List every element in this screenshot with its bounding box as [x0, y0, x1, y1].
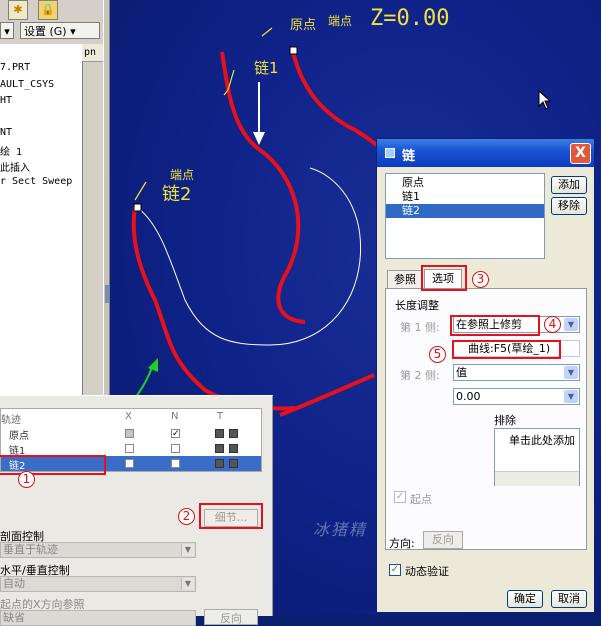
chain2-curve [131, 206, 296, 411]
dynamic-verify-checkbox[interactable]: ✓ [389, 564, 401, 576]
trajectory-header: 轨迹 [1, 415, 21, 426]
list-item[interactable]: 链1 [386, 190, 544, 204]
direction-label: 方向: [389, 537, 415, 550]
chain1-curve [220, 51, 306, 324]
tree-item[interactable]: 绘 1 [0, 143, 22, 158]
table-row[interactable]: 原点 ✓ [1, 426, 261, 442]
highlight-options-tab [421, 265, 467, 291]
lock-icon[interactable]: 🔒 [38, 0, 58, 20]
tree-item[interactable]: 7.PRT [0, 62, 30, 73]
x-checkbox[interactable] [125, 459, 134, 468]
t-box[interactable] [229, 444, 238, 453]
watermark: 冰猪精 [313, 520, 368, 539]
flip-button[interactable]: 反向 [204, 609, 258, 625]
dynamic-verify-label: 动态验证 [405, 565, 449, 578]
mouse-cursor-icon [538, 90, 552, 110]
bottom-curve [279, 373, 375, 417]
horiz-vert-select[interactable]: 自动 ▼ [0, 576, 196, 592]
origin-point [289, 46, 298, 55]
table-row[interactable]: 链1 [1, 441, 261, 457]
side2-label: 第 2 侧: [400, 369, 440, 382]
chain-dialog: 链 X 原点 链1 链2 添加 移除 参照 选项 长度调整 第 1 侧: 在参照… [376, 138, 595, 613]
z-readout: Z=0.00 [370, 6, 450, 31]
ok-button[interactable]: 确定 [507, 590, 543, 608]
column-x: X [125, 411, 132, 422]
highlight-side1-select [450, 315, 540, 336]
exclude-placeholder[interactable]: 单击此处添加 [509, 432, 575, 448]
n-checkbox[interactable]: ✓ [171, 429, 180, 439]
tree-item[interactable]: AULT_CSYS [0, 79, 54, 90]
t-box[interactable] [229, 429, 238, 438]
highlight-detail-button [199, 503, 263, 529]
tree-item[interactable]: 此插入 [0, 159, 30, 174]
x-checkbox[interactable] [125, 429, 134, 438]
chevron-down-icon: ▼ [181, 578, 194, 590]
start-x-select[interactable]: 缺省 [0, 610, 196, 626]
side2-number-field[interactable]: 0.00 ▼ [453, 388, 580, 405]
tree-item[interactable]: r Sect Sweep [0, 176, 72, 187]
list-item[interactable]: 原点 [386, 176, 544, 190]
settings-label: 设置 (G) [24, 25, 67, 38]
side2-select[interactable]: 值 ▼ [453, 364, 580, 381]
dialog-titlebar[interactable]: 链 X [377, 139, 594, 167]
t-box[interactable] [215, 429, 224, 438]
close-button[interactable]: X [570, 143, 591, 164]
splitter-grip[interactable] [105, 285, 109, 303]
star-icon[interactable]: ✱ [8, 0, 28, 20]
step-marker-3: 3 [472, 271, 489, 288]
row-name: 原点 [9, 431, 29, 442]
origin-label: 原点 [290, 18, 317, 33]
origin-leader [261, 27, 273, 37]
chain2-label: 链2 [162, 184, 192, 205]
t-box[interactable] [229, 459, 238, 468]
chevron-down-icon: ▼ [181, 544, 194, 556]
exclude-list[interactable]: 单击此处添加 [494, 428, 580, 486]
highlight-curve-field [452, 340, 561, 359]
cancel-button[interactable]: 取消 [551, 590, 587, 608]
chevron-down-icon: ▼ [564, 318, 578, 331]
left-toolbar: ✱ 🔒 ▾ 设置 (G) ▾ [0, 0, 103, 42]
length-adjust-label: 长度调整 [395, 299, 439, 312]
chevron-down-icon: ▼ [564, 390, 578, 403]
horizontal-scrollbar[interactable] [495, 471, 579, 486]
tree-column-header[interactable]: pn [82, 44, 103, 62]
column-n: N [171, 411, 179, 422]
dialog-title: 链 [402, 149, 416, 164]
exclude-label: 排除 [494, 414, 516, 427]
step-marker-4: 4 [544, 316, 561, 333]
x-checkbox[interactable] [125, 444, 134, 453]
t-box[interactable] [215, 459, 224, 468]
start-point-label: 起点 [410, 493, 432, 506]
section-control-select[interactable]: 垂直于轨迹 ▼ [0, 542, 196, 558]
chevron-down-icon: ▼ [564, 366, 578, 379]
step-marker-2: 2 [178, 508, 195, 525]
tree-item[interactable]: HT [0, 95, 12, 106]
list-item-selected[interactable]: 链2 [386, 204, 544, 218]
column-t: T [217, 411, 224, 422]
reference-list[interactable]: 原点 链1 链2 [385, 173, 545, 259]
direction-arrow-head [253, 132, 265, 145]
tree-dropdown-arrow[interactable]: ▾ [0, 22, 14, 39]
start-point-checkbox[interactable]: ✓ [394, 491, 406, 503]
step-marker-1: 1 [18, 471, 35, 488]
tree-item[interactable]: NT [0, 127, 12, 138]
t-box[interactable] [215, 444, 224, 453]
settings-dropdown[interactable]: 设置 (G) ▾ [20, 22, 100, 39]
highlight-chain2-row [0, 455, 106, 475]
n-checkbox[interactable] [171, 444, 180, 453]
step-marker-5: 5 [429, 346, 446, 363]
chain2-start-point [133, 203, 142, 212]
add-button[interactable]: 添加 [551, 176, 587, 194]
green-arrow-head [148, 358, 158, 372]
side1-label: 第 1 侧: [400, 321, 440, 334]
window-icon [385, 148, 395, 158]
chain1-label: 链1 [254, 59, 279, 77]
chain2-leader [134, 181, 147, 201]
endpoint-label: 端点 [328, 14, 353, 28]
direction-flip-button[interactable]: 反向 [423, 531, 463, 549]
tab-references[interactable]: 参照 [387, 270, 423, 289]
remove-button[interactable]: 移除 [551, 197, 587, 215]
n-checkbox[interactable] [171, 459, 180, 468]
